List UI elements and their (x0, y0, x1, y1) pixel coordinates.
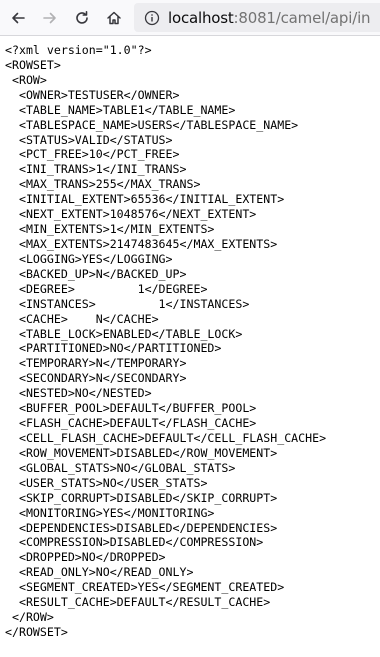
url-path: :8081/camel/api/in (233, 8, 371, 27)
xml-line: <OWNER>TESTUSER</OWNER> (5, 87, 180, 102)
xml-line: <DEPENDENCIES>DISABLED</DEPENDENCIES> (5, 520, 278, 535)
xml-line: <SKIP_CORRUPT>DISABLED</SKIP_CORRUPT> (5, 490, 278, 505)
arrow-right-icon (43, 12, 56, 24)
xml-line: </ROW> (5, 610, 54, 625)
reload-button[interactable] (68, 4, 96, 32)
browser-toolbar: localhost:8081/camel/api/in (0, 0, 380, 36)
xml-line: <ROWSET> (5, 57, 61, 72)
xml-line: <MONITORING>YES</MONITORING> (5, 505, 215, 520)
url-bar[interactable]: localhost:8081/camel/api/in (134, 3, 380, 32)
xml-line: <BUFFER_POOL>DEFAULT</BUFFER_POOL> (5, 401, 257, 416)
xml-line: <FLASH_CACHE>DEFAULT</FLASH_CACHE> (5, 416, 257, 431)
xml-line: <NEXT_EXTENT>1048576</NEXT_EXTENT> (5, 207, 257, 222)
xml-line: <INI_TRANS>1</INI_TRANS> (5, 162, 187, 177)
xml-line: <DEGREE> 1</DEGREE> (5, 281, 208, 296)
xml-line: <TEMPORARY>N</TEMPORARY> (5, 356, 187, 371)
forward-button[interactable] (36, 4, 64, 32)
xml-line: <TABLE_LOCK>ENABLED</TABLE_LOCK> (5, 326, 243, 341)
info-icon[interactable] (144, 10, 160, 26)
arrow-left-icon (12, 12, 25, 24)
xml-line: <INSTANCES> 1</INSTANCES> (5, 296, 250, 311)
xml-line: <RESULT_CACHE>DEFAULT</RESULT_CACHE> (5, 595, 271, 610)
xml-line: <MAX_TRANS>255</MAX_TRANS> (5, 177, 201, 192)
xml-line: <SEGMENT_CREATED>YES</SEGMENT_CREATED> (5, 580, 285, 595)
xml-line: <TABLE_NAME>TABLE1</TABLE_NAME> (5, 102, 236, 117)
xml-line: <CELL_FLASH_CACHE>DEFAULT</CELL_FLASH_CA… (5, 430, 327, 445)
home-icon (107, 11, 121, 25)
xml-line: <COMPRESSION>DISABLED</COMPRESSION> (5, 535, 264, 550)
xml-line: <ROW> (5, 72, 47, 87)
xml-line: <TABLESPACE_NAME>USERS</TABLESPACE_NAME> (5, 117, 299, 132)
xml-line: <MAX_EXTENTS>2147483645</MAX_EXTENTS> (5, 236, 278, 251)
xml-line: <USER_STATS>NO</USER_STATS> (5, 475, 208, 490)
xml-line: <LOGGING>YES</LOGGING> (5, 251, 173, 266)
home-button[interactable] (100, 4, 128, 32)
xml-line: <PARTITIONED>NO</PARTITIONED> (5, 341, 222, 356)
xml-line: <BACKED_UP>N</BACKED_UP> (5, 266, 187, 281)
xml-line: <SECONDARY>N</SECONDARY> (5, 371, 187, 386)
xml-line: <?xml version="1.0"?> (5, 43, 152, 57)
url-text: localhost:8081/camel/api/in (168, 8, 371, 27)
xml-line: </ROWSET> (5, 624, 68, 639)
xml-line: <NESTED>NO</NESTED> (5, 386, 152, 401)
xml-line: <GLOBAL_STATS>NO</GLOBAL_STATS> (5, 460, 236, 475)
back-button[interactable] (4, 4, 32, 32)
xml-line: <INITIAL_EXTENT>65536</INITIAL_EXTENT> (5, 192, 285, 207)
xml-line: <ROW_MOVEMENT>DISABLED</ROW_MOVEMENT> (5, 445, 278, 460)
xml-line: <CACHE> N</CACHE> (5, 311, 159, 326)
xml-document: <?xml version="1.0"?> <ROWSET> <ROW> <OWN… (5, 43, 326, 640)
xml-line: <READ_ONLY>NO</READ_ONLY> (5, 565, 194, 580)
xml-line: <MIN_EXTENTS>1</MIN_EXTENTS> (5, 222, 215, 237)
xml-line: <DROPPED>NO</DROPPED> (5, 550, 166, 565)
xml-line: <STATUS>VALID</STATUS> (5, 132, 173, 147)
xml-line: <PCT_FREE>10</PCT_FREE> (5, 147, 180, 162)
url-host: localhost (168, 8, 234, 27)
reload-icon (76, 11, 88, 24)
